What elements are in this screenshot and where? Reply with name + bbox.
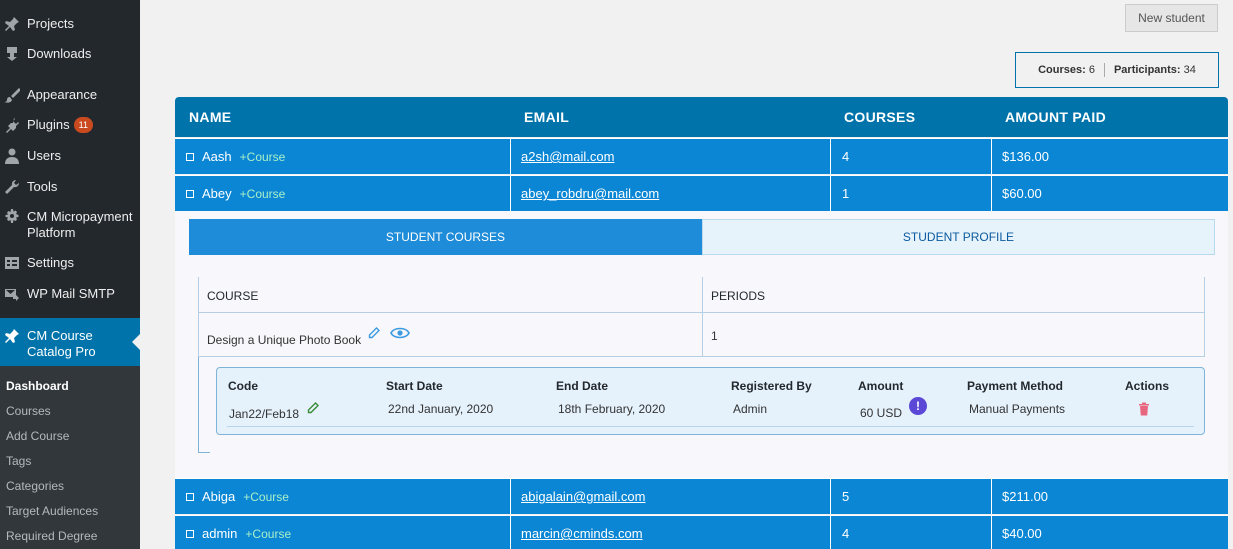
header-end-date: End Date <box>556 379 609 393</box>
student-courses-count: 4 <box>842 149 850 164</box>
student-amount-paid: $40.00 <box>1002 526 1042 541</box>
period-amount: 60 USD <box>860 406 903 420</box>
header-periods: PERIODS <box>711 289 766 303</box>
header-actions: Actions <box>1125 379 1170 393</box>
courses-count-label: Courses: <box>1038 64 1086 76</box>
header-start-date: Start Date <box>386 379 443 393</box>
student-email[interactable]: a2sh@mail.com <box>521 139 614 174</box>
student-amount-paid: $211.00 <box>1002 489 1049 504</box>
header-registered-by: Registered By <box>731 379 812 393</box>
stats-divider <box>1103 63 1105 77</box>
header-course: COURSE <box>207 289 259 303</box>
tab-student-profile[interactable]: STUDENT PROFILE <box>702 219 1215 255</box>
student-amount-paid: $136.00 <box>1002 149 1049 164</box>
student-name[interactable]: Aash <box>202 149 232 164</box>
view-course-icon[interactable] <box>390 326 410 343</box>
edit-period-icon[interactable] <box>306 402 319 418</box>
student-email[interactable]: abey_robdru@mail.com <box>521 176 659 211</box>
period-start-date: 22nd January, 2020 <box>388 402 494 416</box>
user-icon <box>4 148 20 164</box>
header-amount-paid: AMOUNT PAID <box>1005 109 1107 125</box>
sidebar-item-micropayment[interactable]: CM Micropayment Platform <box>0 209 140 241</box>
row-checkbox[interactable] <box>186 529 194 538</box>
table-row[interactable]: Abey +Course abey_robdru@mail.com 1 $60.0… <box>175 175 1228 211</box>
student-name[interactable]: Abey <box>202 186 232 201</box>
student-courses-count: 4 <box>842 526 850 541</box>
participants-count-label: Participants: <box>1113 64 1181 76</box>
wrench-icon <box>4 179 20 195</box>
student-detail-panel: STUDENT COURSES STUDENT PROFILE COURSE P… <box>175 211 1228 478</box>
add-course-link[interactable]: +Course <box>243 490 289 504</box>
period-payment-method: Manual Payments <box>969 402 1066 416</box>
download-pin-icon <box>4 46 20 62</box>
submenu-target-audiences[interactable]: Target Audiences <box>6 504 98 518</box>
course-period-box: Code Start Date End Date Registered By A… <box>216 367 1205 435</box>
submenu-tags[interactable]: Tags <box>6 454 31 468</box>
submenu-add-course[interactable]: Add Course <box>6 429 69 443</box>
submenu-categories[interactable]: Categories <box>6 479 64 493</box>
admin-sidebar: Projects Downloads Appearance Plugins 11 … <box>0 0 140 549</box>
sidebar-item-appearance[interactable]: Appearance <box>0 87 140 103</box>
student-email[interactable]: abigalain@gmail.com <box>521 479 645 514</box>
tree-line-end <box>198 452 210 453</box>
header-courses: COURSES <box>844 109 916 125</box>
gear-icon <box>4 209 20 225</box>
sidebar-item-tools[interactable]: Tools <box>0 179 140 195</box>
header-payment-method: Payment Method <box>967 379 1064 393</box>
delete-period-icon[interactable] <box>1138 402 1150 419</box>
pin-icon <box>4 328 20 344</box>
pin-icon <box>4 16 20 32</box>
course-name: Design a Unique Photo Book <box>207 333 362 347</box>
info-icon[interactable]: ! <box>909 397 927 415</box>
sidebar-item-plugins[interactable]: Plugins 11 <box>0 117 140 133</box>
row-checkbox[interactable] <box>186 152 194 161</box>
edit-course-icon[interactable] <box>367 327 380 343</box>
sidebar-item-settings[interactable]: Settings <box>0 255 140 271</box>
period-registered-by: Admin <box>733 402 768 416</box>
plugin-update-badge: 11 <box>73 117 93 133</box>
header-email: EMAIL <box>524 109 570 125</box>
add-course-link[interactable]: +Course <box>240 187 286 201</box>
row-checkbox[interactable] <box>186 189 194 198</box>
student-courses-count: 5 <box>842 489 850 504</box>
students-table-header: NAME EMAIL COURSES AMOUNT PAID <box>175 97 1228 137</box>
plugin-icon <box>4 117 20 133</box>
sidebar-item-course-catalog[interactable]: CM Course Catalog Pro <box>0 328 140 360</box>
submenu-dashboard[interactable]: Dashboard <box>6 379 69 393</box>
student-email[interactable]: marcin@cminds.com <box>521 516 643 549</box>
header-amount: Amount <box>858 379 904 393</box>
header-code: Code <box>228 379 258 393</box>
submenu-required-degree[interactable]: Required Degree <box>6 529 97 543</box>
tab-student-courses[interactable]: STUDENT COURSES <box>189 219 702 255</box>
sidebar-item-users[interactable]: Users <box>0 148 140 164</box>
student-name[interactable]: Abiga <box>202 489 235 504</box>
participants-count-value: 34 <box>1183 64 1196 76</box>
student-amount-paid: $60.00 <box>1002 186 1042 201</box>
sidebar-item-downloads[interactable]: Downloads <box>0 46 140 62</box>
student-courses-table: COURSE PERIODS Design a Unique Photo Boo… <box>198 277 1205 357</box>
new-student-button[interactable]: New student <box>1125 4 1218 32</box>
table-row[interactable]: admin +Course marcin@cminds.com 4 $40.00 <box>175 515 1228 549</box>
sidebar-submenu: Dashboard Courses Add Course Tags Catego… <box>0 366 140 549</box>
mail-icon <box>4 286 20 302</box>
table-row[interactable]: Abiga +Course abigalain@gmail.com 5 $211.… <box>175 478 1228 514</box>
add-course-link[interactable]: +Course <box>245 527 291 541</box>
row-checkbox[interactable] <box>186 492 194 501</box>
sidebar-item-projects[interactable]: Projects <box>0 16 140 32</box>
header-name: NAME <box>189 109 232 125</box>
sidebar-item-wp-mail-smtp[interactable]: WP Mail SMTP <box>0 286 140 302</box>
settings-icon <box>4 255 20 271</box>
period-end-date: 18th February, 2020 <box>558 402 666 416</box>
student-courses-count: 1 <box>842 186 850 201</box>
courses-count-value: 6 <box>1088 64 1095 76</box>
add-course-link[interactable]: +Course <box>240 150 286 164</box>
stats-box: Courses: 6 Participants: 34 <box>1015 52 1219 88</box>
table-row[interactable]: Aash +Course a2sh@mail.com 4 $136.00 <box>175 138 1228 174</box>
period-code: Jan22/Feb18 <box>229 407 300 421</box>
submenu-courses[interactable]: Courses <box>6 404 51 418</box>
student-name[interactable]: admin <box>202 526 237 541</box>
course-periods-count: 1 <box>711 329 718 343</box>
brush-icon <box>4 87 20 103</box>
